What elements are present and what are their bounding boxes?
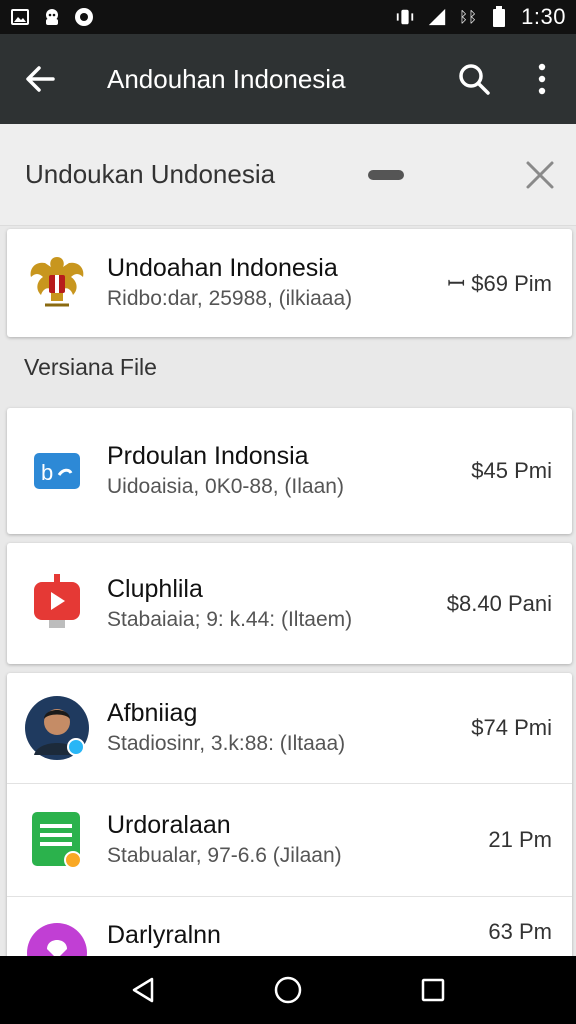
list-item[interactable]: Afbniiag Stadiosinr, 3.k:88: (Iltaaa) $7… — [7, 673, 572, 783]
youtube-icon — [7, 573, 107, 634]
recents-nav-icon — [422, 978, 445, 1002]
home-nav-icon — [274, 976, 302, 1004]
item-price: $45 Pmi — [471, 458, 552, 483]
overflow-menu-button[interactable] — [508, 34, 576, 124]
list-item[interactable]: b Prdoulan Indonsia Uidoaisia, 0K0-88, (… — [7, 408, 572, 534]
search-button[interactable] — [440, 34, 508, 124]
list-item[interactable]: Urdoralaan Stabualar, 97-6.6 (Jilaan) 21… — [7, 784, 572, 896]
item-name: Cluphlila — [107, 574, 203, 603]
item-price: $8.40 Pani — [446, 590, 552, 616]
section-label: Versiana File — [24, 354, 157, 380]
item-name: Undoahan Indonesia — [107, 254, 338, 282]
item-subtitle: Stabualar, 97-6.6 (Jilaan) — [107, 844, 342, 867]
item-price: ꟷ $69 Pim — [447, 271, 552, 296]
search-input[interactable]: Undoukan Undonesia — [0, 159, 368, 190]
item-name: Urdoralaan — [107, 811, 231, 839]
top-result-card[interactable]: Undoahan Indonesia Ridbo:dar, 25988, (il… — [7, 229, 572, 337]
item-price: $74 Pmi — [471, 715, 552, 740]
vibrate-icon — [395, 7, 415, 27]
list-item[interactable]: Cluphlila Stabaiaia; 9: k.44: (Iltaem) $… — [7, 543, 572, 664]
arrow-back-icon — [26, 66, 55, 92]
image-icon — [10, 7, 30, 27]
item-subtitle: Stadiosinr, 3.k:88: (Iltaaa) — [107, 732, 346, 755]
item-subtitle: Uidoaisia, 0K0-88, (Ilaan) — [107, 475, 344, 498]
item-subtitle: Ridbo:dar, 25988, (ilkiaaa) — [107, 287, 353, 310]
item-name: Afbniiag — [107, 699, 198, 727]
sheets-app-icon — [7, 810, 107, 870]
nav-recents-button[interactable] — [403, 960, 463, 1020]
nav-home-button[interactable] — [258, 960, 318, 1020]
nav-back-button[interactable] — [113, 960, 173, 1020]
item-price: 21 Pm — [488, 827, 552, 852]
item-name: Prdoulan Indonsia — [107, 442, 309, 470]
item-subtitle: Stabaiaia; 9: k.44: (Iltaem) — [107, 607, 353, 631]
list-item[interactable]: Darlyralnn 63 Pm — [7, 897, 572, 969]
face-icon — [42, 7, 62, 27]
close-icon — [526, 161, 554, 188]
system-nav-bar — [0, 956, 576, 1024]
list-item[interactable]: Undoahan Indonesia Ridbo:dar, 25988, (il… — [7, 229, 572, 337]
network-label: ᛒᛒ — [459, 8, 478, 26]
battery-icon — [489, 6, 509, 27]
avatar — [7, 695, 107, 761]
result-card[interactable]: b Prdoulan Indonsia Uidoaisia, 0K0-88, (… — [7, 408, 572, 534]
garuda-emblem-icon — [7, 251, 107, 315]
result-list-card: Afbniiag Stadiosinr, 3.k:88: (Iltaaa) $7… — [7, 673, 572, 969]
more-vert-icon — [538, 63, 546, 95]
minus-icon — [368, 169, 404, 180]
svg-text:b: b — [41, 460, 53, 485]
signal-icon — [427, 7, 447, 27]
item-price: 63 Pm — [488, 919, 552, 944]
media-icon — [74, 7, 94, 27]
search-bar: Undoukan Undonesia — [0, 124, 576, 226]
clear-search-button[interactable] — [504, 124, 576, 226]
result-card[interactable]: Cluphlila Stabaiaia; 9: k.44: (Iltaem) $… — [7, 543, 572, 664]
page-title: Andouhan Indonesia — [107, 63, 346, 94]
back-button[interactable] — [0, 34, 80, 124]
back-nav-icon — [132, 977, 153, 1003]
status-bar: ᛒᛒ 1:30 — [0, 0, 576, 34]
app-bar: Andouhan Indonesia — [0, 34, 576, 124]
bc-app-icon: b — [7, 451, 107, 491]
item-name: Darlyralnn — [107, 921, 221, 949]
search-icon — [459, 64, 490, 95]
clock: 1:30 — [521, 4, 566, 29]
